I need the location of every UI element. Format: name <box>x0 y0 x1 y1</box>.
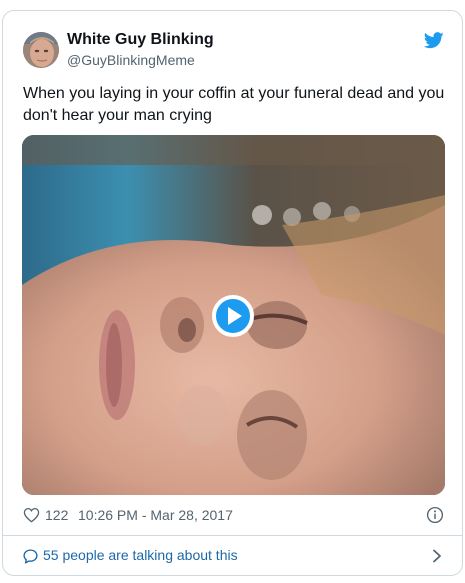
avatar-face-icon <box>23 32 59 68</box>
embedded-tweet-card: White Guy Blinking @GuyBlinkingMeme When… <box>2 10 463 576</box>
author-handle[interactable]: @GuyBlinkingMeme <box>67 52 195 68</box>
author-display-name[interactable]: White Guy Blinking <box>67 31 214 49</box>
like-count[interactable]: 122 <box>45 507 68 523</box>
chevron-right-icon <box>433 549 441 563</box>
speech-bubble-icon <box>23 549 38 564</box>
conversation-link[interactable]: 55 people are talking about this <box>3 536 462 575</box>
play-icon[interactable] <box>212 295 254 337</box>
info-icon[interactable] <box>426 506 444 524</box>
conversation-count-label: 55 people are talking about this <box>43 547 238 563</box>
avatar[interactable] <box>23 32 59 68</box>
twitter-bird-icon[interactable] <box>424 32 444 49</box>
tweet-meta-row: 122 10:26 PM - Mar 28, 2017 <box>23 505 448 527</box>
tweet-text: When you laying in your coffin at your f… <box>23 85 445 124</box>
tweet-video-thumbnail[interactable] <box>22 135 445 495</box>
heart-icon[interactable] <box>23 507 40 523</box>
tweet-header: White Guy Blinking @GuyBlinkingMeme <box>3 11 462 73</box>
tweet-timestamp[interactable]: 10:26 PM - Mar 28, 2017 <box>78 507 233 523</box>
